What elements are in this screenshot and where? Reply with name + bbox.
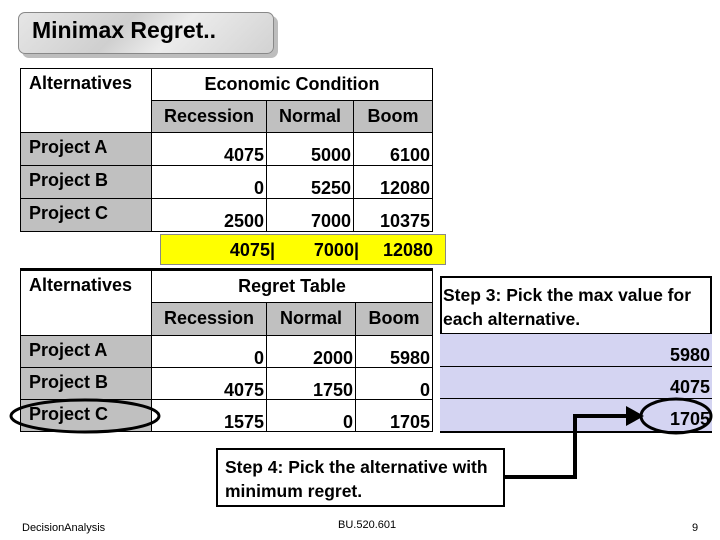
footer-center: BU.520.601 (338, 519, 397, 531)
min-regret-highlight-ellipse (639, 397, 713, 435)
annotations (9, 397, 713, 479)
project-c-highlight-ellipse (9, 398, 161, 434)
arrow-line (505, 414, 628, 479)
arrow-head-icon (626, 406, 644, 426)
footer-left: DecisionAnalysis (22, 522, 106, 534)
page-number: 9 (692, 522, 699, 534)
